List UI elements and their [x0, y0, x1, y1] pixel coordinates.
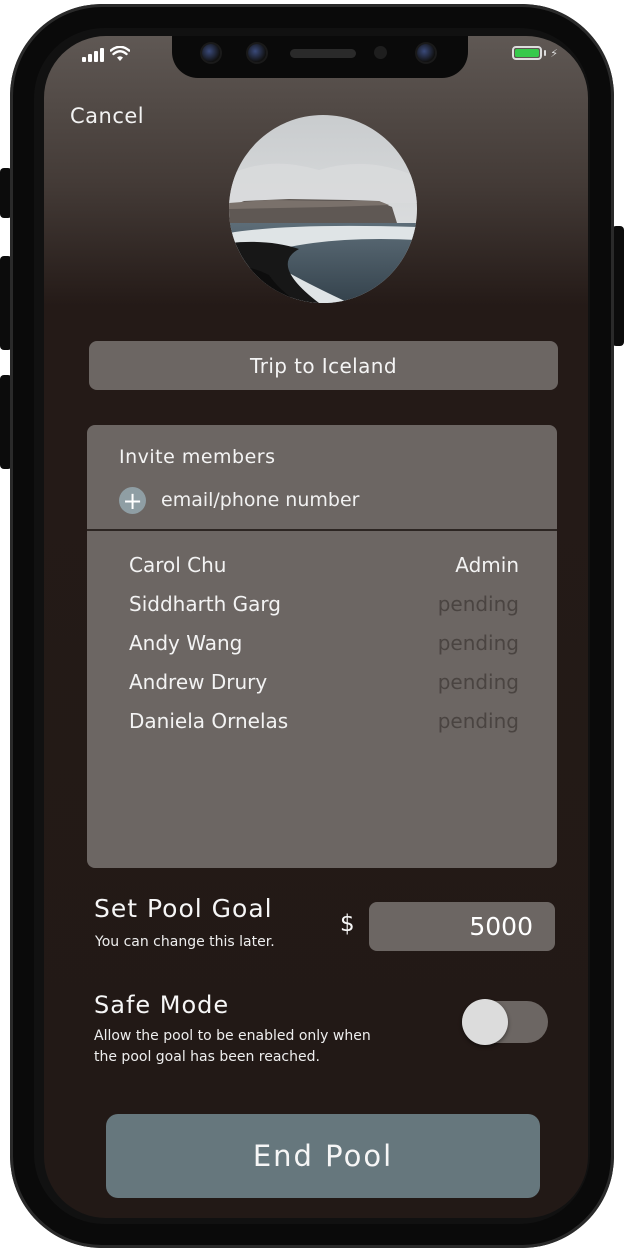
pool-goal-box: [369, 902, 555, 951]
invite-contact-input[interactable]: [161, 485, 461, 515]
member-row[interactable]: Siddharth Garg pending: [87, 592, 557, 626]
app-screen: ⚡ Cancel Trip to Iceland Invite members …: [44, 36, 588, 1218]
face-id-sensor-icon: [417, 44, 435, 62]
status-left: [82, 46, 130, 62]
battery-charging-icon: ⚡: [512, 46, 558, 60]
pool-goal-heading: Set Pool Goal: [94, 894, 273, 923]
member-row[interactable]: Andrew Drury pending: [87, 670, 557, 704]
phone-frame: ⚡ Cancel Trip to Iceland Invite members …: [10, 4, 614, 1248]
member-row[interactable]: Daniela Ornelas pending: [87, 709, 557, 743]
pool-cover-photo[interactable]: [229, 115, 417, 303]
members-card: Invite members + Carol Chu Admin Siddhar…: [87, 425, 557, 868]
end-pool-button[interactable]: End Pool: [106, 1114, 540, 1198]
earpiece-speaker: [290, 49, 356, 58]
notch: [172, 36, 468, 78]
member-status: pending: [437, 709, 519, 733]
safe-mode-heading: Safe Mode: [94, 991, 230, 1019]
member-row[interactable]: Andy Wang pending: [87, 631, 557, 665]
invite-members-heading: Invite members: [119, 446, 276, 468]
front-camera-icon: [248, 44, 266, 62]
member-status: pending: [437, 631, 519, 655]
safe-mode-description: Allow the pool to be enabled only when t…: [94, 1028, 371, 1065]
member-status: pending: [437, 670, 519, 694]
wifi-icon: [110, 46, 130, 61]
member-name: Daniela Ornelas: [129, 709, 289, 733]
member-name: Andy Wang: [129, 631, 243, 655]
phone-bezel: ⚡ Cancel Trip to Iceland Invite members …: [34, 28, 590, 1224]
member-row[interactable]: Carol Chu Admin: [87, 553, 557, 587]
member-name: Carol Chu: [129, 553, 227, 577]
pool-name-text: Trip to Iceland: [250, 353, 397, 378]
pool-goal-input[interactable]: [369, 902, 555, 951]
proximity-sensor: [374, 46, 387, 59]
pool-name-field[interactable]: Trip to Iceland: [89, 341, 558, 390]
member-name: Siddharth Garg: [129, 592, 281, 616]
cellular-signal-icon: [82, 48, 104, 62]
currency-symbol: $: [340, 911, 355, 937]
member-status: Admin: [455, 553, 519, 577]
front-camera-icon: [202, 44, 220, 62]
member-name: Andrew Drury: [129, 670, 268, 694]
pool-goal-subtitle: You can change this later.: [95, 934, 275, 950]
member-status: pending: [437, 592, 519, 616]
safe-mode-toggle[interactable]: [462, 999, 548, 1045]
divider: [87, 529, 557, 531]
plus-circle-icon[interactable]: +: [119, 487, 146, 514]
cancel-button[interactable]: Cancel: [70, 104, 144, 128]
toggle-knob: [462, 999, 508, 1045]
